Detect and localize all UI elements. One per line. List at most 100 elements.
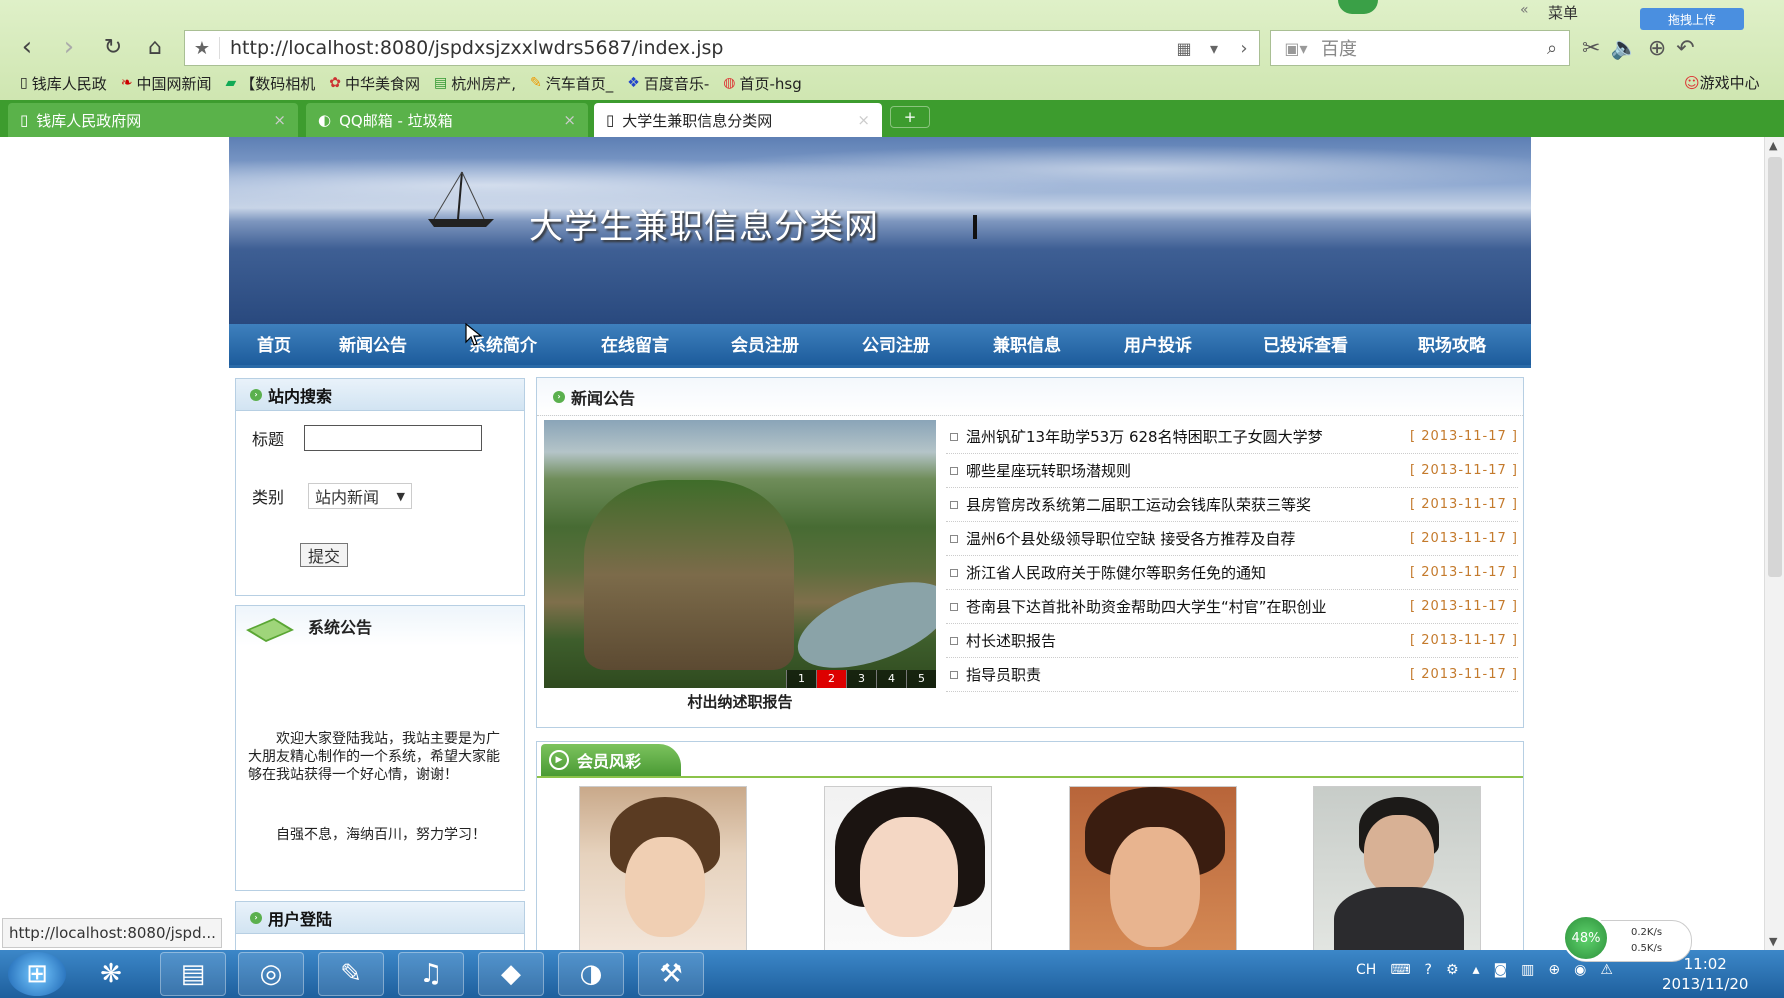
menu-button[interactable]: 菜单 xyxy=(1548,2,1578,23)
bookmark-item[interactable]: ❧ 中国网新闻 xyxy=(121,73,212,94)
nav-complaint[interactable]: 用户投诉 xyxy=(1124,324,1192,368)
bookmark-item[interactable]: ◍ 首页-hsg xyxy=(723,73,801,94)
nav-member-register[interactable]: 会员注册 xyxy=(731,324,799,368)
slide-page-5[interactable]: 5 xyxy=(906,670,936,688)
home-icon[interactable]: ⌂ xyxy=(138,30,172,64)
editor-icon[interactable]: ✎ xyxy=(318,952,384,996)
tab-active-site[interactable]: ▯ 大学生兼职信息分类网 × xyxy=(594,103,882,137)
address-url[interactable]: http://localhost:8080/jspdxsjzxxlwdrs568… xyxy=(219,37,1169,59)
game-center-link[interactable]: ☺游戏中心 xyxy=(1684,72,1760,93)
news-row[interactable]: 指导员职责[ 2013-11-17 ] xyxy=(946,658,1518,692)
close-icon[interactable]: × xyxy=(563,111,576,129)
bookmark-item[interactable]: ▰ 【数码相机 xyxy=(225,73,315,94)
search-bar[interactable]: ▣▾ 百度 ⌕ xyxy=(1270,30,1570,66)
tray-expand-icon[interactable]: ▴ xyxy=(1473,962,1480,978)
forward-icon[interactable]: › xyxy=(52,30,86,64)
address-bar[interactable]: ★ http://localhost:8080/jspdxsjzxxlwdrs5… xyxy=(184,30,1260,66)
search-engine-icon[interactable]: ▣▾ xyxy=(1271,39,1321,58)
search-icon[interactable]: ⌕ xyxy=(1535,38,1569,59)
volume-tray-icon[interactable]: ◉ xyxy=(1574,962,1586,978)
network-speed-widget[interactable]: 48% 0.2K/s 0.5K/s xyxy=(1563,915,1692,962)
page-scrollbar[interactable]: ▲ ▼ xyxy=(1764,137,1784,950)
nav-news[interactable]: 新闻公告 xyxy=(339,324,407,368)
nav-message[interactable]: 在线留言 xyxy=(601,324,669,368)
member-photo[interactable] xyxy=(1069,786,1237,950)
clipboard-icon[interactable]: ▥ xyxy=(1521,962,1534,978)
browser-taskbar-icon[interactable]: ◎ xyxy=(238,952,304,996)
bookmark-item[interactable]: ▤ 杭州房产, xyxy=(434,73,516,94)
scroll-down-icon[interactable]: ▼ xyxy=(1769,935,1777,948)
bullet-square-icon xyxy=(950,534,958,543)
slide-page-2[interactable]: 2 xyxy=(816,670,846,688)
title-input[interactable] xyxy=(304,425,483,451)
dropdown-icon[interactable]: ▾ xyxy=(1199,39,1229,58)
bookmark-item[interactable]: ❖ 百度音乐- xyxy=(627,73,709,94)
refresh-icon[interactable]: ↻ xyxy=(96,30,130,64)
news-row[interactable]: 哪些星座玩转职场潜规则[ 2013-11-17 ] xyxy=(946,454,1518,488)
nav-company-register[interactable]: 公司注册 xyxy=(862,324,930,368)
bullet-square-icon xyxy=(950,670,958,679)
type-select[interactable]: 站内新闻 ▼ xyxy=(308,483,413,509)
network-icon[interactable]: ⊕ xyxy=(1548,962,1560,978)
bookmark-star-icon[interactable]: ★ xyxy=(185,38,219,59)
news-row[interactable]: 县房管房改系统第二届职工运动会钱库队荣获三等奖[ 2013-11-17 ] xyxy=(946,488,1518,522)
news-row[interactable]: 村长述职报告[ 2013-11-17 ] xyxy=(946,624,1518,658)
member-photo[interactable] xyxy=(824,786,992,950)
nav-home[interactable]: 首页 xyxy=(257,324,291,368)
scroll-up-icon[interactable]: ▲ xyxy=(1769,139,1777,152)
qr-icon[interactable]: ▦ xyxy=(1169,39,1199,58)
news-row[interactable]: 苍南县下达首批补助资金帮助四大学生“村官”在职创业[ 2013-11-17 ] xyxy=(946,590,1518,624)
bookmark-item[interactable]: ✿ 中华美食网 xyxy=(329,73,420,94)
news-row[interactable]: 浙江省人民政府关于陈健尔等职务任免的通知[ 2013-11-17 ] xyxy=(946,556,1518,590)
member-photo[interactable] xyxy=(579,786,747,950)
news-slideshow[interactable]: 1 2 3 4 5 xyxy=(544,420,936,688)
nav-career-tips[interactable]: 职场攻略 xyxy=(1418,324,1486,368)
file-explorer-icon[interactable]: ▤ xyxy=(160,952,226,996)
music-player-icon[interactable]: ♫ xyxy=(398,952,464,996)
news-row[interactable]: 温州钒矿13年助学53万 628名特困职工子女圆大学梦[ 2013-11-17 … xyxy=(946,420,1518,454)
back-icon[interactable]: ‹ xyxy=(10,30,44,64)
tab-qianku[interactable]: ▯ 钱库人民政府网 × xyxy=(8,103,298,137)
help-icon[interactable]: ? xyxy=(1425,962,1432,978)
nav-parttime[interactable]: 兼职信息 xyxy=(993,324,1061,368)
close-icon[interactable]: × xyxy=(273,111,286,129)
go-icon[interactable]: › xyxy=(1229,38,1259,59)
new-tab-button[interactable]: + xyxy=(890,106,930,128)
start-button[interactable]: ⊞ xyxy=(8,952,66,996)
bookmark-item[interactable]: ✎ 汽车首页_ xyxy=(530,73,613,94)
slide-caption[interactable]: 村出纳述职报告 xyxy=(544,691,936,712)
news-row[interactable]: 温州6个县处级领导职位空缺 接受各方推荐及自荐[ 2013-11-17 ] xyxy=(946,522,1518,556)
slide-page-3[interactable]: 3 xyxy=(846,670,876,688)
alert-icon[interactable]: ⚠ xyxy=(1600,962,1613,978)
slide-page-1[interactable]: 1 xyxy=(786,670,816,688)
tab-qqmail[interactable]: ◐ QQ邮箱 - 垃圾箱 × xyxy=(306,103,588,137)
close-icon[interactable]: × xyxy=(857,111,870,129)
book-icon xyxy=(246,618,294,642)
app-red-icon[interactable]: ◆ xyxy=(478,952,544,996)
notice-text-2: 自强不息，海纳百川，努力学习！ xyxy=(276,827,486,843)
chinanet-icon: ❧ xyxy=(120,75,133,91)
submit-button[interactable]: 提交 xyxy=(300,543,348,567)
ime-indicator[interactable]: CH xyxy=(1356,962,1376,978)
slide-pager: 1 2 3 4 5 xyxy=(786,670,936,688)
media-icon[interactable]: ◑ xyxy=(558,952,624,996)
security-icon[interactable]: ◙ xyxy=(1494,962,1508,978)
tools-icon[interactable]: ⚒ xyxy=(638,952,704,996)
volume-icon[interactable]: 🔈 xyxy=(1610,36,1637,61)
search-input[interactable]: 百度 xyxy=(1321,35,1535,61)
keyboard-icon[interactable]: ⌨ xyxy=(1390,962,1410,978)
bookmark-item[interactable]: ▯ 钱库人民政 xyxy=(20,73,107,94)
scissors-icon[interactable]: ✂ xyxy=(1582,36,1600,61)
download-icon[interactable]: ⊕ xyxy=(1648,36,1666,61)
undo-icon[interactable]: ↶ xyxy=(1676,36,1694,61)
collapse-icon[interactable]: « xyxy=(1520,2,1529,18)
slide-page-4[interactable]: 4 xyxy=(876,670,906,688)
member-photo[interactable] xyxy=(1313,786,1481,950)
scroll-thumb[interactable] xyxy=(1768,157,1782,577)
system-notice-box: 系统公告 欢迎大家登陆我站，我站主要是为广大朋友精心制作的一个系统，希望大家能够… xyxy=(235,605,525,891)
cloud-upload-button[interactable]: 拖拽上传 xyxy=(1640,8,1744,30)
qq-pinyin-icon[interactable]: ❋ xyxy=(78,952,144,996)
nav-complaint-view[interactable]: 已投诉查看 xyxy=(1263,324,1348,368)
tray-settings-icon[interactable]: ⚙ xyxy=(1446,962,1459,978)
face-shape xyxy=(860,817,958,937)
